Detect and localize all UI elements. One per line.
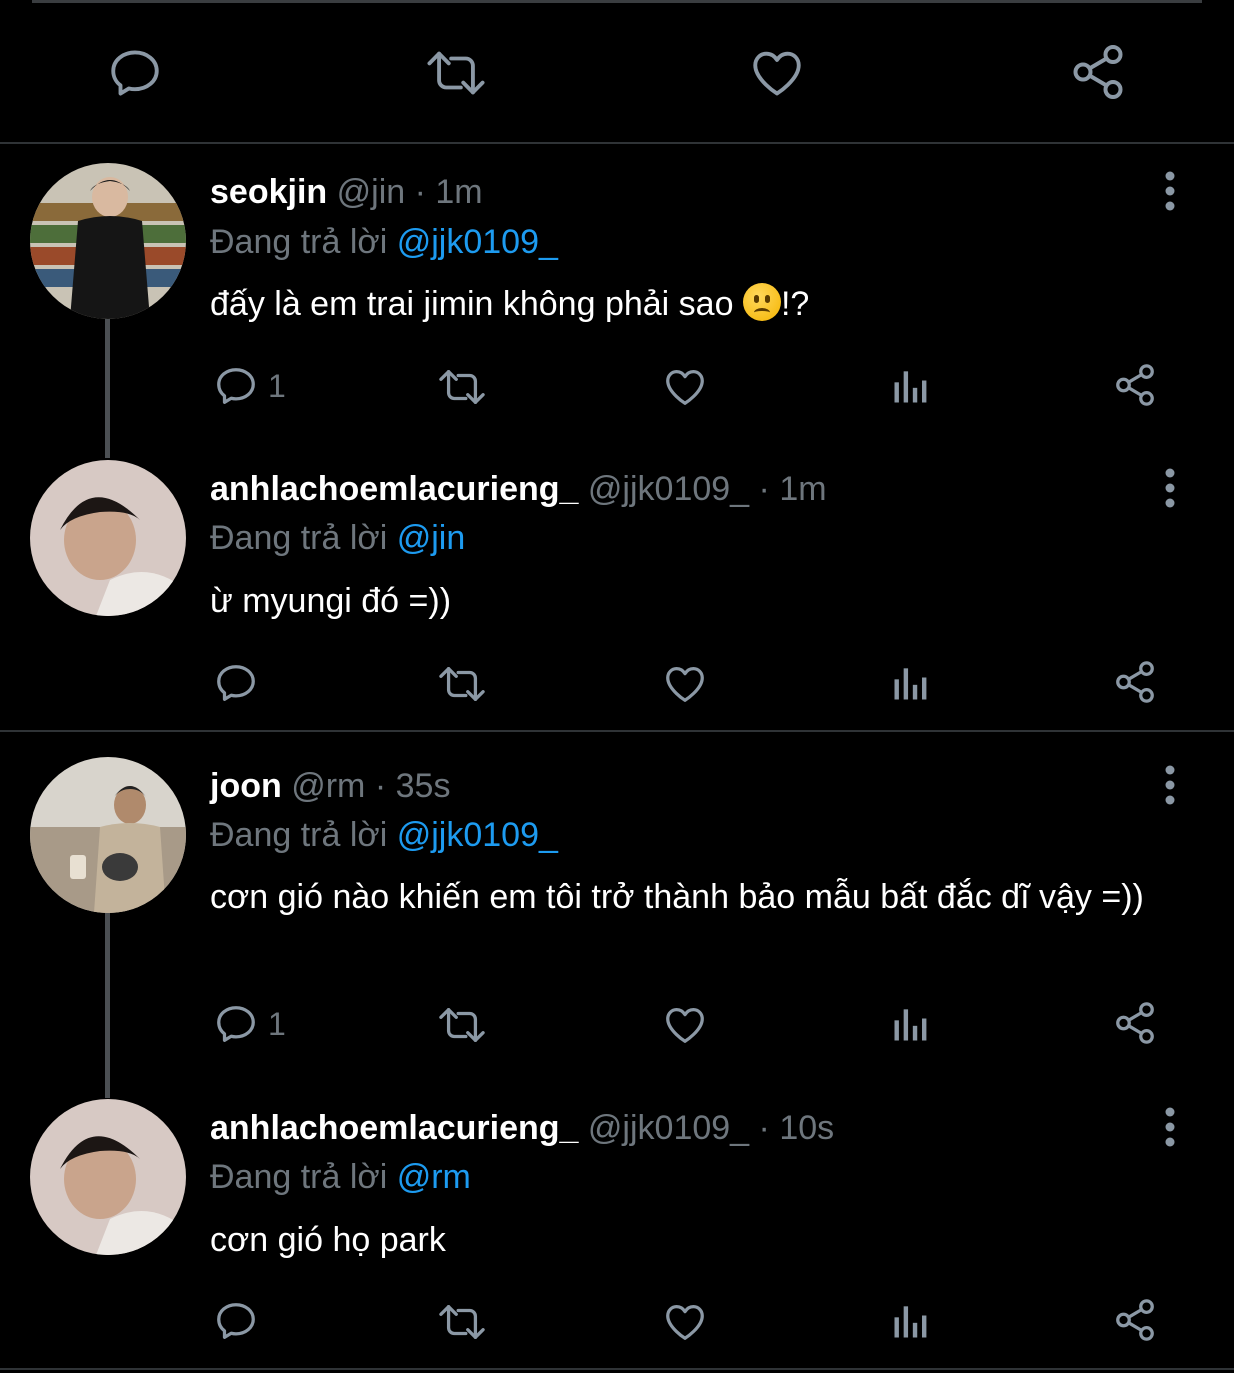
retweet-icon[interactable] xyxy=(436,364,488,410)
tweet-header: anhlachoemlacurieng_ @jjk0109_ · 10s xyxy=(210,1108,834,1148)
display-name[interactable]: seokjin xyxy=(210,173,327,211)
top-divider xyxy=(32,0,1202,3)
heart-icon[interactable] xyxy=(662,364,708,410)
avatar[interactable] xyxy=(30,1099,186,1255)
dot-separator: · xyxy=(758,470,770,508)
analytics-icon[interactable] xyxy=(889,1299,933,1343)
avatar[interactable] xyxy=(30,460,186,616)
tweet-header: joon @rm · 35s xyxy=(210,766,450,806)
share-icon[interactable] xyxy=(1068,42,1128,102)
reply-count: 1 xyxy=(268,368,286,404)
replying-to: Đang trả lời @jin xyxy=(210,518,465,558)
replying-to: Đang trả lời @jjk0109_ xyxy=(210,222,558,262)
display-name[interactable]: anhlachoemlacurieng_ xyxy=(210,470,578,508)
tweet-text-content: đấy là em trai jimin không phải sao xyxy=(210,285,734,323)
reply-icon[interactable] xyxy=(213,660,259,706)
tweet-text: ừ myungi đó =)) xyxy=(210,582,452,620)
heart-icon[interactable] xyxy=(748,44,806,102)
replying-to-label: Đang trả lời xyxy=(210,1158,388,1196)
mention-link[interactable]: @rm xyxy=(397,1158,471,1196)
timestamp[interactable]: 1m xyxy=(435,173,482,211)
timestamp[interactable]: 10s xyxy=(779,1109,834,1147)
replying-to-label: Đang trả lời xyxy=(210,816,388,854)
reply-icon[interactable] xyxy=(213,363,259,409)
reply-icon[interactable] xyxy=(213,1298,259,1344)
section-divider xyxy=(0,1368,1234,1370)
timestamp[interactable]: 35s xyxy=(396,767,451,805)
analytics-icon[interactable] xyxy=(889,661,933,705)
share-icon[interactable] xyxy=(1112,1297,1158,1343)
tweet-header: seokjin @jin · 1m xyxy=(210,172,483,212)
reply-count: 1 xyxy=(268,1006,286,1042)
user-handle[interactable]: @jjk0109_ xyxy=(588,470,749,508)
tweet-header: anhlachoemlacurieng_ @jjk0109_ · 1m xyxy=(210,469,827,509)
replying-to: Đang trả lời @jjk0109_ xyxy=(210,815,558,855)
mention-link[interactable]: @jjk0109_ xyxy=(397,223,558,261)
mention-link[interactable]: @jin xyxy=(397,519,466,557)
tweet-text: đấy là em trai jimin không phải sao !? xyxy=(210,281,1200,327)
user-handle[interactable]: @jjk0109_ xyxy=(588,1109,749,1147)
more-options-icon[interactable] xyxy=(1158,170,1182,212)
tweet-text: cơn gió họ park xyxy=(210,1221,446,1259)
heart-icon[interactable] xyxy=(662,1299,708,1345)
avatar[interactable] xyxy=(30,757,186,913)
retweet-icon[interactable] xyxy=(436,1002,488,1048)
reply-icon[interactable] xyxy=(106,44,164,102)
avatar[interactable] xyxy=(30,163,186,319)
heart-icon[interactable] xyxy=(662,661,708,707)
thread-line xyxy=(105,913,110,1098)
more-options-icon[interactable] xyxy=(1158,764,1182,806)
tweet-text-suffix: !? xyxy=(780,285,810,323)
more-options-icon[interactable] xyxy=(1158,467,1182,509)
analytics-icon[interactable] xyxy=(889,364,933,408)
worried-face-emoji xyxy=(742,283,781,321)
display-name[interactable]: joon xyxy=(210,767,282,805)
mention-link[interactable]: @jjk0109_ xyxy=(397,816,558,854)
share-icon[interactable] xyxy=(1112,362,1158,408)
section-divider xyxy=(0,730,1234,732)
heart-icon[interactable] xyxy=(662,1002,708,1048)
reply-icon[interactable] xyxy=(213,1001,259,1047)
tweet-text: cơn gió nào khiến em tôi trở thành bảo m… xyxy=(210,878,1144,916)
retweet-icon[interactable] xyxy=(436,661,488,707)
timestamp[interactable]: 1m xyxy=(779,470,826,508)
dot-separator: · xyxy=(758,1109,770,1147)
dot-separator: · xyxy=(414,173,426,211)
retweet-icon[interactable] xyxy=(436,1299,488,1345)
more-options-icon[interactable] xyxy=(1158,1106,1182,1148)
display-name[interactable]: anhlachoemlacurieng_ xyxy=(210,1109,578,1147)
share-icon[interactable] xyxy=(1112,659,1158,705)
replying-to-label: Đang trả lời xyxy=(210,223,388,261)
user-handle[interactable]: @jin xyxy=(337,173,406,211)
dot-separator: · xyxy=(374,767,387,805)
retweet-icon[interactable] xyxy=(424,44,488,102)
share-icon[interactable] xyxy=(1112,1000,1158,1046)
thread-line xyxy=(105,318,110,458)
section-divider xyxy=(0,142,1234,144)
replying-to: Đang trả lời @rm xyxy=(210,1157,471,1197)
replying-to-label: Đang trả lời xyxy=(210,519,388,557)
analytics-icon[interactable] xyxy=(889,1002,933,1046)
user-handle[interactable]: @rm xyxy=(291,767,365,805)
